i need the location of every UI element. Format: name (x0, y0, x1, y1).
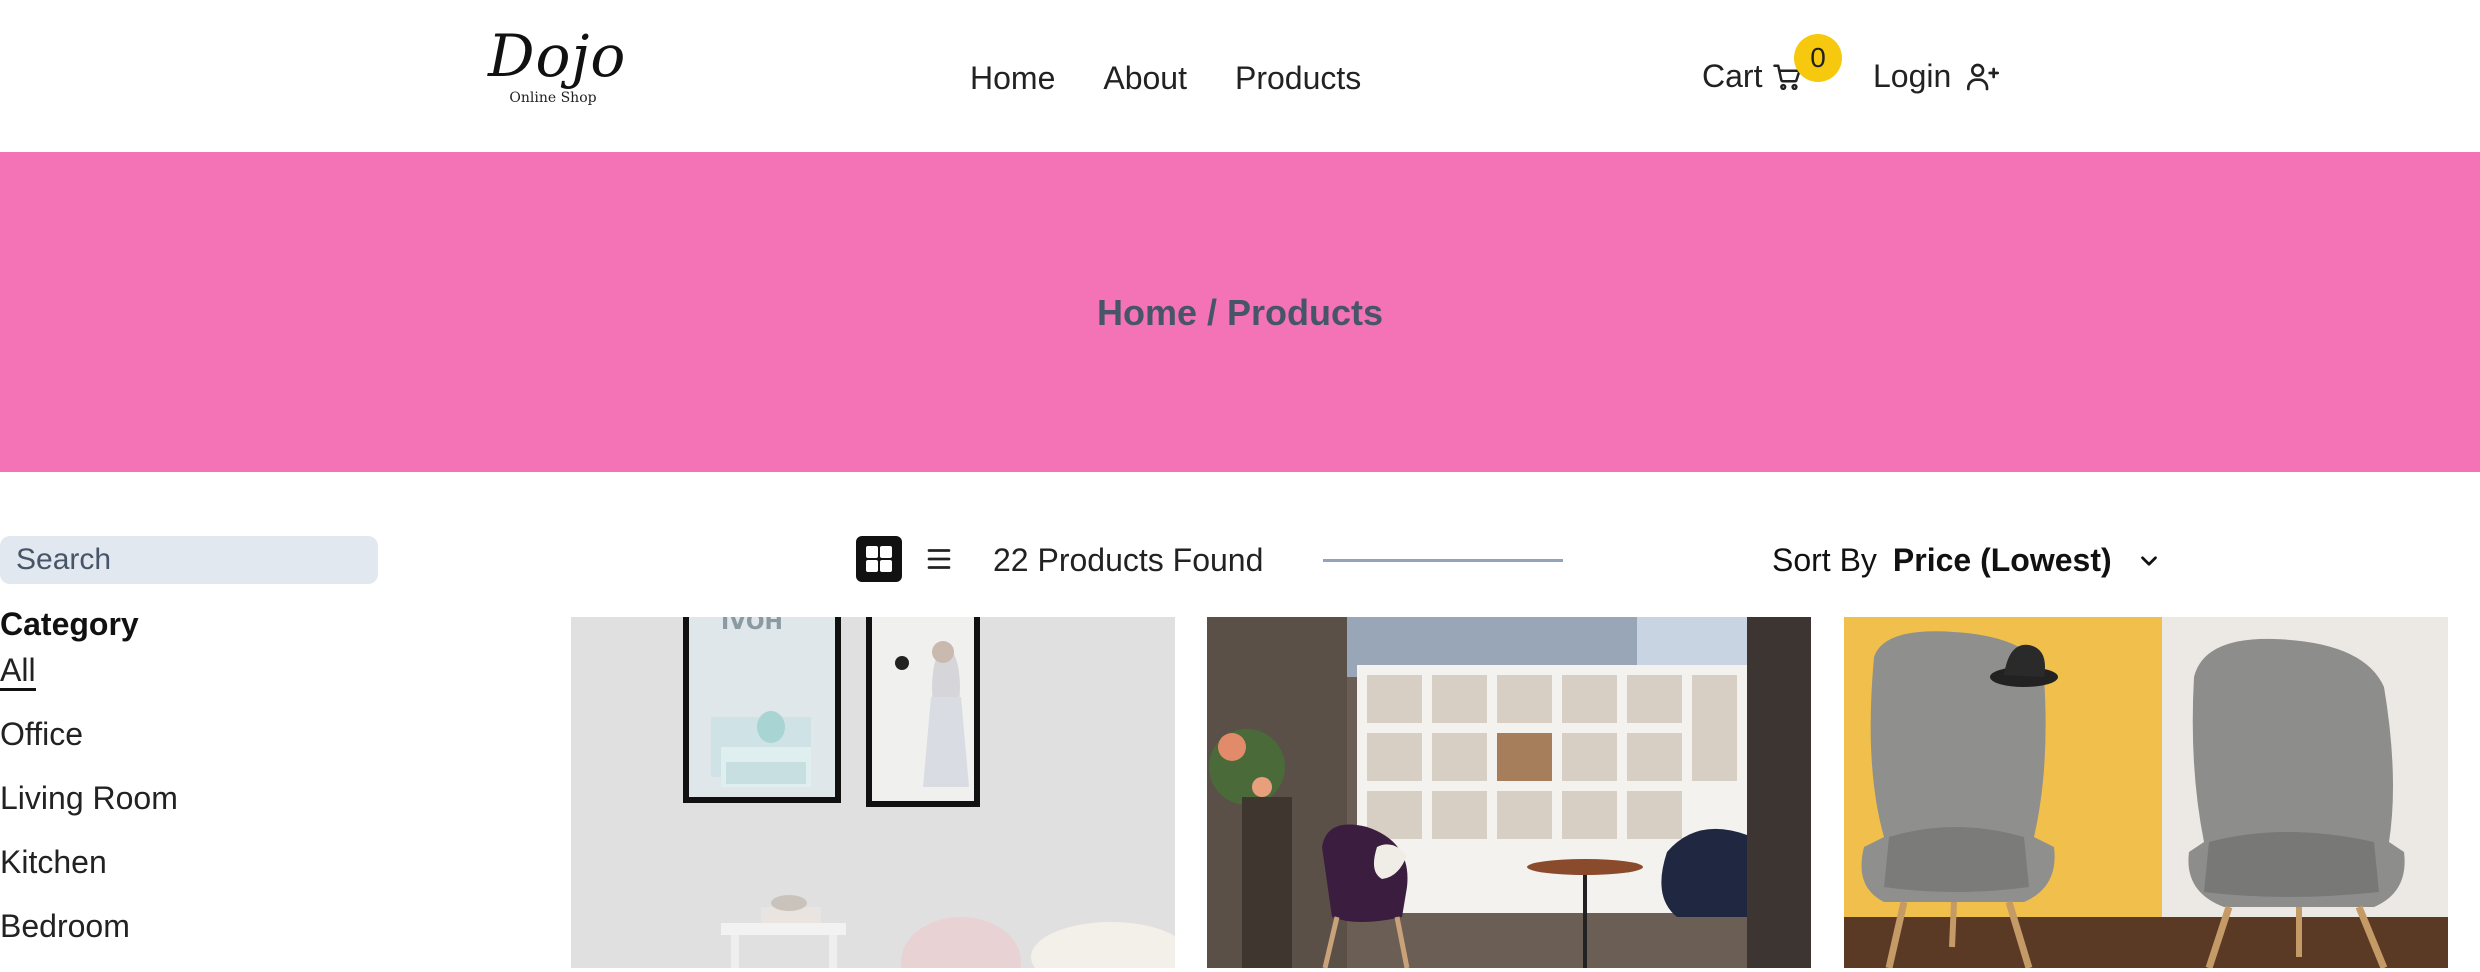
products-found-count: 22 Products Found (993, 542, 1264, 578)
category-label: Bedroom (0, 908, 130, 944)
product-image: IVOH (571, 617, 1175, 968)
cart-label: Cart (1702, 58, 1763, 94)
category-living-room[interactable]: Living Room (0, 780, 178, 844)
nav-about[interactable]: About (1103, 60, 1187, 97)
grid-view-button[interactable] (856, 536, 902, 582)
nav-products[interactable]: Products (1235, 60, 1361, 97)
product-image (1844, 617, 2448, 968)
nav-home[interactable]: Home (970, 60, 1055, 97)
search-input[interactable] (0, 536, 378, 584)
login-button[interactable]: Login (1873, 58, 2001, 95)
product-card[interactable] (1207, 617, 1811, 968)
hero-banner: Home / Products (0, 152, 2480, 472)
category-all[interactable]: All (0, 652, 178, 716)
category-heading: Category (0, 606, 139, 642)
user-plus-icon (1967, 63, 2000, 90)
breadcrumb: Home / Products (1096, 292, 1384, 333)
logo[interactable]: Dojo Online Shop (488, 22, 627, 106)
sort-control: Sort By Price (Lowest) (1772, 542, 2162, 579)
list-icon[interactable] (922, 542, 956, 576)
cart-count-badge: 0 (1794, 34, 1842, 82)
category-label: Office (0, 716, 83, 752)
category-label: Kitchen (0, 844, 107, 880)
login-label: Login (1873, 58, 1952, 94)
logo-text: Dojo (488, 22, 627, 90)
category-label: Living Room (0, 780, 178, 816)
svg-text:IVOH: IVOH (721, 617, 783, 635)
category-bedroom[interactable]: Bedroom (0, 908, 178, 972)
category-list: All Office Living Room Kitchen Bedroom (0, 652, 178, 972)
toolbar-divider (1323, 559, 1563, 562)
logo-subtitle: Online Shop (509, 90, 597, 106)
category-office[interactable]: Office (0, 716, 178, 780)
category-label: All (0, 652, 36, 691)
sort-select[interactable]: Price (Lowest) (1893, 542, 2112, 579)
product-toolbar: 22 Products Found Sort By Price (Lowest) (856, 536, 2157, 586)
product-image (1207, 617, 1811, 968)
product-card[interactable] (1844, 617, 2448, 968)
site-header: Dojo Online Shop Home About Products Car… (0, 0, 2480, 152)
product-card[interactable]: IVOH (571, 617, 1175, 968)
cart-button[interactable]: Cart 0 (1702, 34, 1842, 95)
sort-label: Sort By (1772, 542, 1877, 578)
main-nav: Home About Products (970, 60, 1361, 97)
chevron-down-icon[interactable] (2136, 548, 2162, 574)
category-kitchen[interactable]: Kitchen (0, 844, 178, 908)
